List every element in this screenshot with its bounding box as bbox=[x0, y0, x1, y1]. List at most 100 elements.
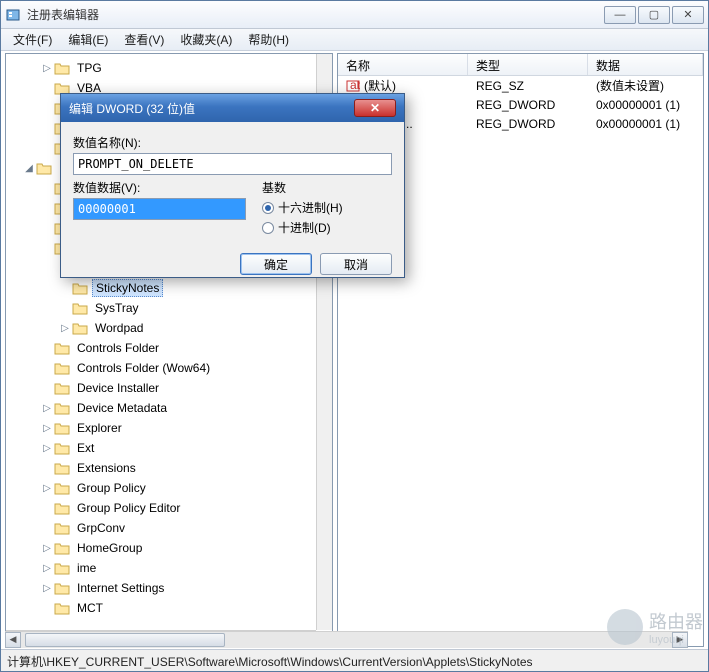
dialog-close-button[interactable]: ✕ bbox=[354, 99, 396, 117]
folder-icon bbox=[54, 421, 70, 435]
tree-item[interactable]: GrpConv bbox=[8, 518, 330, 538]
folder-icon bbox=[54, 481, 70, 495]
expander-icon[interactable]: ▷ bbox=[40, 423, 54, 434]
col-data[interactable]: 数据 bbox=[588, 54, 703, 75]
expander-icon[interactable]: ▷ bbox=[40, 63, 54, 74]
value-type: REG_DWORD bbox=[468, 98, 588, 112]
menu-view[interactable]: 查看(V) bbox=[116, 29, 172, 50]
expander-icon[interactable]: ▷ bbox=[40, 483, 54, 494]
value-data: 0x00000001 (1) bbox=[588, 117, 703, 131]
radio-dec-label: 十进制(D) bbox=[278, 219, 331, 236]
value-name-label: 数值名称(N): bbox=[73, 134, 392, 151]
tree-item[interactable]: ▷ Internet Settings bbox=[8, 578, 330, 598]
tree-item[interactable]: Controls Folder (Wow64) bbox=[8, 358, 330, 378]
watermark-text: 路由器 bbox=[649, 608, 703, 634]
menu-favorites[interactable]: 收藏夹(A) bbox=[172, 29, 240, 50]
tree-item-label: Explorer bbox=[74, 420, 125, 436]
tree-item-label: Device Installer bbox=[74, 380, 162, 396]
list-hscroll[interactable]: ◀ ▶ bbox=[5, 631, 688, 647]
tree-item[interactable]: ▷Wordpad bbox=[8, 318, 330, 338]
tree-item[interactable]: SysTray bbox=[8, 298, 330, 318]
menu-file[interactable]: 文件(F) bbox=[5, 29, 60, 50]
tree-item-label: Internet Settings bbox=[74, 580, 167, 596]
watermark: 路由器 luyouqi bbox=[607, 608, 703, 646]
value-data-input[interactable] bbox=[73, 198, 246, 220]
folder-icon bbox=[54, 441, 70, 455]
titlebar[interactable]: 注册表编辑器 — ▢ ✕ bbox=[1, 1, 708, 29]
tree-item[interactable]: ▷ Explorer bbox=[8, 418, 330, 438]
folder-icon bbox=[72, 321, 88, 335]
menu-help[interactable]: 帮助(H) bbox=[240, 29, 297, 50]
folder-icon bbox=[54, 581, 70, 595]
value-name: (默认) bbox=[364, 77, 396, 94]
menu-edit[interactable]: 编辑(E) bbox=[60, 29, 116, 50]
tree-item[interactable]: Group Policy Editor bbox=[8, 498, 330, 518]
radio-hex-label: 十六进制(H) bbox=[278, 199, 343, 216]
expander-icon[interactable]: ▷ bbox=[40, 563, 54, 574]
cancel-button[interactable]: 取消 bbox=[320, 253, 392, 275]
expander-icon[interactable]: ▷ bbox=[40, 443, 54, 454]
folder-icon bbox=[72, 301, 88, 315]
expander-icon[interactable]: ◢ bbox=[22, 163, 36, 174]
string-value-icon: ab bbox=[346, 79, 360, 93]
radio-hex[interactable]: 十六进制(H) bbox=[262, 199, 392, 216]
tree-item-label: Extensions bbox=[74, 460, 139, 476]
minimize-button[interactable]: — bbox=[604, 6, 636, 24]
tree-item-label: Controls Folder bbox=[74, 340, 162, 356]
folder-icon bbox=[54, 601, 70, 615]
col-type[interactable]: 类型 bbox=[468, 54, 588, 75]
watermark-sub: luyouqi bbox=[649, 634, 703, 646]
value-type: REG_SZ bbox=[468, 79, 588, 93]
tree-item[interactable]: ▷ Device Metadata bbox=[8, 398, 330, 418]
folder-icon bbox=[54, 381, 70, 395]
dialog-titlebar[interactable]: 编辑 DWORD (32 位)值 ✕ bbox=[61, 94, 404, 122]
folder-icon bbox=[54, 361, 70, 375]
folder-icon bbox=[54, 401, 70, 415]
scroll-left-icon[interactable]: ◀ bbox=[5, 632, 21, 648]
tree-item-label: ime bbox=[74, 560, 99, 576]
folder-icon bbox=[54, 521, 70, 535]
tree-item-label: Controls Folder (Wow64) bbox=[74, 360, 213, 376]
tree-item[interactable]: ▷ ime bbox=[8, 558, 330, 578]
app-icon bbox=[5, 7, 21, 23]
tree-item-label: Ext bbox=[74, 440, 97, 456]
base-label: 基数 bbox=[262, 179, 392, 196]
expander-icon[interactable]: ▷ bbox=[40, 583, 54, 594]
tree-item[interactable]: Device Installer bbox=[8, 378, 330, 398]
tree-item[interactable]: ▷ Group Policy bbox=[8, 478, 330, 498]
folder-icon bbox=[36, 161, 52, 175]
dialog-title: 编辑 DWORD (32 位)值 bbox=[69, 100, 354, 117]
watermark-icon bbox=[607, 609, 643, 645]
tree-item-label: MCT bbox=[74, 600, 106, 616]
tree-item[interactable]: Extensions bbox=[8, 458, 330, 478]
value-name-input[interactable] bbox=[73, 153, 392, 175]
tree-item-label: HomeGroup bbox=[74, 540, 145, 556]
col-name[interactable]: 名称 bbox=[338, 54, 468, 75]
tree-item-label: TPG bbox=[74, 60, 105, 76]
window-title: 注册表编辑器 bbox=[27, 6, 602, 23]
tree-item[interactable]: Controls Folder bbox=[8, 338, 330, 358]
ok-button[interactable]: 确定 bbox=[240, 253, 312, 275]
tree-item[interactable]: MCT bbox=[8, 598, 330, 618]
tree-item-label: Device Metadata bbox=[74, 400, 170, 416]
maximize-button[interactable]: ▢ bbox=[638, 6, 670, 24]
tree-item-label: Group Policy bbox=[74, 480, 149, 496]
statusbar: 计算机\HKEY_CURRENT_USER\Software\Microsoft… bbox=[1, 649, 708, 671]
expander-icon[interactable]: ▷ bbox=[40, 403, 54, 414]
svg-text:ab: ab bbox=[350, 79, 360, 92]
list-header[interactable]: 名称 类型 数据 bbox=[338, 54, 703, 76]
tree-item[interactable]: ▷ TPG bbox=[8, 58, 330, 78]
value-data: 0x00000001 (1) bbox=[588, 98, 703, 112]
expander-icon[interactable]: ▷ bbox=[58, 323, 72, 334]
folder-icon bbox=[54, 501, 70, 515]
tree-item[interactable]: ▷ Ext bbox=[8, 438, 330, 458]
expander-icon[interactable]: ▷ bbox=[40, 543, 54, 554]
value-data-label: 数值数据(V): bbox=[73, 179, 246, 196]
value-type: REG_DWORD bbox=[468, 117, 588, 131]
folder-icon bbox=[54, 561, 70, 575]
tree-item[interactable]: ▷ HomeGroup bbox=[8, 538, 330, 558]
tree-item-label: GrpConv bbox=[74, 520, 128, 536]
close-button[interactable]: ✕ bbox=[672, 6, 704, 24]
edit-dword-dialog: 编辑 DWORD (32 位)值 ✕ 数值名称(N): 数值数据(V): 基数 … bbox=[60, 93, 405, 278]
radio-dec[interactable]: 十进制(D) bbox=[262, 219, 392, 236]
